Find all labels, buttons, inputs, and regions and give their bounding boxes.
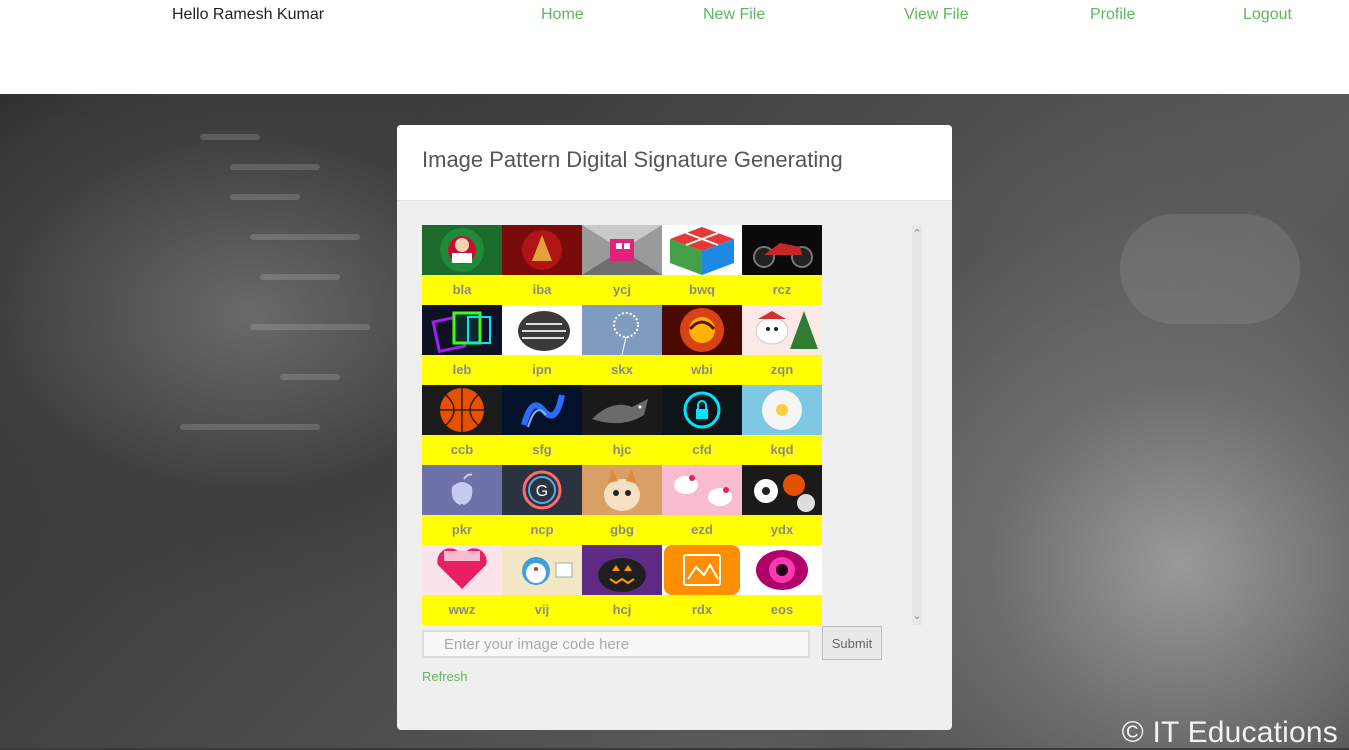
hello-kitty-christmas-image[interactable]	[742, 305, 822, 355]
hello-kitty-pattern-image[interactable]	[662, 465, 742, 515]
tile-code-label: zqn	[742, 355, 822, 385]
nav-view-file-link[interactable]: View File	[904, 6, 969, 24]
pumpkin-image[interactable]	[582, 545, 662, 595]
pattern-tile[interactable]: rdx	[662, 545, 742, 625]
pattern-tile[interactable]: ezd	[662, 465, 742, 545]
pattern-tile[interactable]: hjc	[582, 385, 662, 465]
tile-code-label: ydx	[742, 515, 822, 545]
tile-code-label: sfg	[502, 435, 582, 465]
tile-code-label: eos	[742, 595, 822, 625]
tile-code-label: rdx	[662, 595, 742, 625]
tile-code-label: pkr	[422, 515, 502, 545]
pattern-tile[interactable]: ycj	[582, 225, 662, 305]
nav-logout-link[interactable]: Logout	[1243, 6, 1292, 24]
sports-balls-image[interactable]	[742, 465, 822, 515]
tile-code-label: rcz	[742, 275, 822, 305]
pattern-tile[interactable]: iba	[502, 225, 582, 305]
submit-button[interactable]: Submit	[822, 626, 882, 660]
santa-wreath-image[interactable]	[422, 225, 502, 275]
pattern-tile[interactable]: kqd	[742, 385, 822, 465]
liverpool-crest-image[interactable]	[502, 225, 582, 275]
wolf-image[interactable]	[582, 385, 662, 435]
svg-text:G: G	[536, 483, 548, 500]
pattern-tile[interactable]: hcj	[582, 545, 662, 625]
nav-profile-link[interactable]: Profile	[1090, 6, 1135, 24]
tile-code-label: gbg	[582, 515, 662, 545]
scrollbar-track[interactable]	[912, 225, 922, 625]
rubiks-cube-image[interactable]	[662, 225, 742, 275]
panel-title: Image Pattern Digital Signature Generati…	[422, 147, 843, 172]
tile-code-label: skx	[582, 355, 662, 385]
tile-code-label: hjc	[582, 435, 662, 465]
tile-code-label: vij	[502, 595, 582, 625]
tile-code-label: cfd	[662, 435, 742, 465]
fire-dragon-image[interactable]	[662, 305, 742, 355]
grid-scrollbar[interactable]: ⌃ ⌄	[909, 225, 925, 625]
pattern-tile[interactable]: wwz	[422, 545, 502, 625]
tile-code-label: ccb	[422, 435, 502, 465]
pattern-tile[interactable]: ccb	[422, 385, 502, 465]
tile-code-label: iba	[502, 275, 582, 305]
pattern-tile[interactable]: Gncp	[502, 465, 582, 545]
pattern-tile[interactable]: bwq	[662, 225, 742, 305]
tile-code-label: bwq	[662, 275, 742, 305]
refresh-link[interactable]: Refresh	[422, 669, 468, 684]
apple-logo-image[interactable]	[422, 465, 502, 515]
tile-code-label: leb	[422, 355, 502, 385]
scroll-up-icon[interactable]: ⌃	[909, 227, 925, 240]
doraemon-image[interactable]	[502, 545, 582, 595]
pattern-tile[interactable]: rcz	[742, 225, 822, 305]
blue-dragon-image[interactable]	[502, 385, 582, 435]
white-flower-image[interactable]	[742, 385, 822, 435]
pink-cube-image[interactable]	[582, 225, 662, 275]
neon-cards-image[interactable]	[422, 305, 502, 355]
dandelion-image[interactable]	[582, 305, 662, 355]
image-code-input[interactable]	[422, 630, 810, 658]
tile-code-label: wwz	[422, 595, 502, 625]
pattern-tile[interactable]: wbi	[662, 305, 742, 385]
tile-code-label: ycj	[582, 275, 662, 305]
pattern-tile[interactable]: cfd	[662, 385, 742, 465]
google-g-image[interactable]: G	[502, 465, 582, 515]
pattern-tile[interactable]: gbg	[582, 465, 662, 545]
pattern-tile[interactable]: ipn	[502, 305, 582, 385]
nav-new-file-link[interactable]: New File	[703, 6, 765, 24]
signature-panel: Image Pattern Digital Signature Generati…	[397, 125, 952, 730]
panel-header: Image Pattern Digital Signature Generati…	[397, 125, 952, 201]
pink-heart-image[interactable]	[422, 545, 502, 595]
tile-code-label: hcj	[582, 595, 662, 625]
user-greeting: Hello Ramesh Kumar	[172, 6, 325, 23]
tile-code-label: kqd	[742, 435, 822, 465]
tile-code-label: ipn	[502, 355, 582, 385]
tile-code-label: ncp	[502, 515, 582, 545]
football-helmet-image[interactable]	[502, 305, 582, 355]
pattern-tile[interactable]: zqn	[742, 305, 822, 385]
tile-code-label: ezd	[662, 515, 742, 545]
pattern-tile[interactable]: ydx	[742, 465, 822, 545]
pattern-tile[interactable]: skx	[582, 305, 662, 385]
scroll-down-icon[interactable]: ⌄	[909, 609, 925, 622]
red-motorcycle-image[interactable]	[742, 225, 822, 275]
pattern-tile[interactable]: pkr	[422, 465, 502, 545]
orange-app-image[interactable]	[662, 545, 742, 595]
pink-eye-image[interactable]	[742, 545, 822, 595]
lock-icon-image[interactable]	[662, 385, 742, 435]
pattern-tile[interactable]: leb	[422, 305, 502, 385]
tile-code-label: wbi	[662, 355, 742, 385]
pattern-tile[interactable]: bla	[422, 225, 502, 305]
basketball-image[interactable]	[422, 385, 502, 435]
top-navigation-bar: Hello Ramesh Kumar Home New File View Fi…	[0, 0, 1349, 94]
pattern-tile[interactable]: sfg	[502, 385, 582, 465]
pattern-tile[interactable]: vij	[502, 545, 582, 625]
nav-home-link[interactable]: Home	[541, 6, 584, 24]
tile-code-label: bla	[422, 275, 502, 305]
kitten-image[interactable]	[582, 465, 662, 515]
copyright-watermark: © IT Educations	[1121, 716, 1338, 749]
pattern-tile[interactable]: eos	[742, 545, 822, 625]
